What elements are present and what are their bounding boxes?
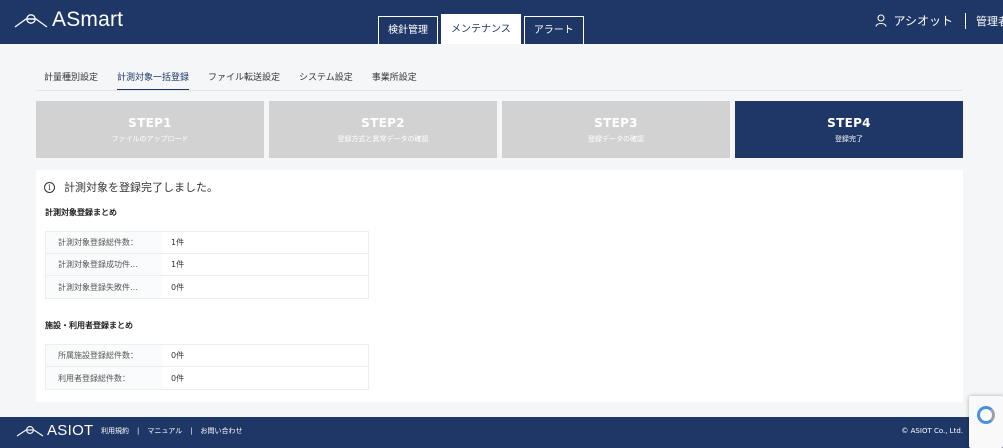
step-1-title: STEP1 (128, 116, 172, 130)
user-separator (965, 12, 966, 29)
section-title-facility-summary: 施設・利用者登録まとめ (45, 321, 133, 330)
step-3-desc: 登録データの確認 (588, 135, 644, 143)
row-value: 1件 (171, 260, 185, 269)
row-label: 計測対象登録総件数： (46, 232, 162, 253)
row-value: 0件 (171, 282, 185, 292)
row-label: 計測対象登録失敗件… (46, 276, 162, 298)
row-value: 1件 (171, 238, 185, 247)
section-title-meter-summary: 計測対象登録まとめ (45, 208, 117, 217)
tab-meter-management[interactable]: 検針管理 (378, 16, 438, 44)
step-1: STEP1 ファイルのアップロード (36, 101, 264, 158)
tab-maintenance[interactable]: メンテナンス (441, 14, 521, 44)
footer-copyright: © ASIOT Co., Ltd. (901, 427, 963, 435)
step-1-desc: ファイルのアップロード (111, 135, 189, 143)
user-menu[interactable]: アシオット 管理者 (875, 12, 1003, 29)
user-role: 管理者 (976, 14, 1003, 28)
footer-links: 利用規約 | マニュアル | お問い合わせ (101, 426, 243, 436)
step-2-title: STEP2 (361, 116, 405, 130)
footer-link-contact[interactable]: お問い合わせ (201, 426, 243, 436)
main-tabs: 検針管理 メンテナンス アラート (378, 14, 587, 44)
subnav-system-settings[interactable]: システム設定 (299, 70, 353, 91)
footer-brand: ASIOT (47, 422, 94, 439)
user-name: アシオット (893, 14, 953, 28)
table-row: 計測対象登録成功件… 1件 (46, 254, 368, 276)
user-icon (875, 14, 888, 27)
subnav-office-settings[interactable]: 事業所設定 (372, 70, 417, 91)
completion-notice: i 計測対象を登録完了しました。 (44, 179, 218, 195)
subnav-file-transfer-settings[interactable]: ファイル転送設定 (208, 70, 280, 91)
row-label: 利用者登録総件数： (46, 367, 162, 389)
step-4-title: STEP4 (827, 116, 871, 130)
row-label: 所属施設登録総件数： (46, 345, 162, 366)
row-label: 計測対象登録成功件… (46, 254, 162, 275)
recaptcha-icon (977, 406, 995, 424)
table-row: 利用者登録総件数： 0件 (46, 367, 368, 389)
result-card: i 計測対象を登録完了しました。 計測対象登録まとめ 計測対象登録総件数： 1件… (36, 170, 963, 402)
subnav-divider (36, 90, 962, 91)
footer-link-separator: | (137, 427, 140, 435)
info-circle-icon: i (44, 181, 55, 193)
row-value: 0件 (171, 373, 185, 383)
table-row: 計測対象登録総件数： 1件 (46, 232, 368, 254)
row-value: 0件 (171, 351, 185, 360)
footer-logo: ASIOT (16, 422, 94, 439)
app-header: ASmart 検針管理 メンテナンス アラート アシオット 管理者 (0, 0, 1003, 44)
step-2-desc: 登録方式と異常データの確認 (337, 135, 429, 143)
step-4-desc: 登録完了 (835, 135, 863, 143)
step-3: STEP3 登録データの確認 (502, 101, 730, 158)
step-2: STEP2 登録方式と異常データの確認 (269, 101, 497, 158)
subnav-meter-type-settings[interactable]: 計量種別設定 (44, 70, 98, 91)
table-row: 所属施設登録総件数： 0件 (46, 345, 368, 367)
footer-link-terms[interactable]: 利用規約 (101, 426, 129, 436)
step-3-title: STEP3 (594, 116, 638, 130)
table-row: 計測対象登録失敗件… 0件 (46, 276, 368, 298)
completion-message: 計測対象を登録完了しました。 (64, 181, 218, 194)
logo-mark-icon (14, 14, 48, 28)
app-name: ASmart (52, 8, 124, 31)
sub-navigation: 計量種別設定 計測対象一括登録 ファイル転送設定 システム設定 事業所設定 (44, 70, 436, 91)
facility-summary-table: 所属施設登録総件数： 0件 利用者登録総件数： 0件 (45, 344, 369, 390)
subnav-bulk-registration[interactable]: 計測対象一括登録 (117, 70, 190, 91)
footer-link-manual[interactable]: マニュアル (147, 426, 182, 436)
tab-alert[interactable]: アラート (523, 16, 584, 44)
app-footer: ASIOT 利用規約 | マニュアル | お問い合わせ © ASIOT Co.,… (0, 417, 1003, 448)
recaptcha-badge[interactable] (969, 396, 1003, 448)
step-4: STEP4 登録完了 (735, 101, 963, 158)
app-logo[interactable]: ASmart (14, 8, 123, 32)
step-indicator: STEP1 ファイルのアップロード STEP2 登録方式と異常データの確認 ST… (36, 101, 963, 158)
footer-logo-mark-icon (16, 425, 44, 436)
meter-summary-table: 計測対象登録総件数： 1件 計測対象登録成功件… 1件 計測対象登録失敗件… 0… (45, 231, 369, 299)
footer-link-separator: | (190, 427, 193, 435)
